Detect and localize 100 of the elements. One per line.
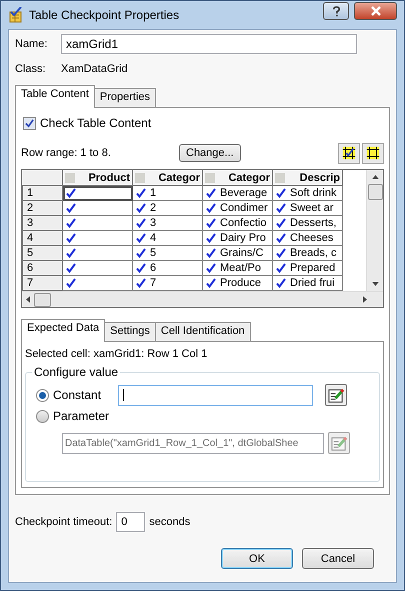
row-header[interactable]: 7 [22,276,63,291]
check-icon[interactable] [136,263,146,273]
table-cell[interactable]: Soft drink [273,186,343,201]
close-button[interactable] [354,2,397,20]
timeout-unit: seconds [149,516,190,528]
table-cell[interactable]: 3 [133,216,203,231]
column-header[interactable]: Product [63,170,133,186]
table-cell[interactable] [63,231,133,246]
check-icon[interactable] [66,278,76,288]
table-cell[interactable]: 2 [133,201,203,216]
table-cell[interactable] [63,186,133,201]
table-cell[interactable] [63,201,133,216]
row-header[interactable]: 6 [22,261,63,276]
check-icon[interactable] [206,263,216,273]
radio-button[interactable] [36,388,49,402]
name-label: Name: [15,38,48,50]
check-icon[interactable] [66,218,76,228]
horizontal-scrollbar[interactable] [22,291,383,307]
table-cell[interactable] [63,261,133,276]
check-icon[interactable] [136,218,146,228]
right-arrow-icon[interactable] [363,296,367,303]
column-header[interactable]: Categor [133,170,203,186]
tab[interactable]: Properties [94,88,156,107]
select-cells-button[interactable] [338,142,360,164]
check-icon[interactable] [276,203,286,213]
check-icon[interactable] [276,248,286,258]
table-cell[interactable]: 4 [133,231,203,246]
table-cell[interactable]: Confectio [203,216,273,231]
check-icon[interactable] [136,248,146,258]
check-icon[interactable] [276,233,286,243]
check-icon[interactable] [276,278,286,288]
table-cell[interactable]: 5 [133,246,203,261]
row-header[interactable]: 4 [22,231,63,246]
table-cell[interactable]: Sweet ar [273,201,343,216]
table-cell[interactable]: Breads, c [273,246,343,261]
row-range-text: Row range: 1 to 8. [21,147,112,159]
column-header[interactable]: Descrip [273,170,343,186]
check-icon[interactable] [276,188,286,198]
table-check-icon [8,7,24,23]
checkbox[interactable] [23,116,36,130]
tab[interactable]: Expected Data [21,319,106,342]
vertical-scrollbar[interactable] [366,170,383,291]
check-icon[interactable] [136,278,146,288]
up-arrow-icon[interactable] [372,175,378,179]
left-arrow-icon[interactable] [26,296,30,303]
row-header[interactable]: 2 [22,201,63,216]
down-arrow-icon[interactable] [372,282,378,286]
row-header[interactable]: 3 [22,216,63,231]
checked-grid-icon [342,146,356,160]
table-cell[interactable]: 1 [133,186,203,201]
name-field[interactable]: xamGrid1 [61,34,357,54]
constant-field[interactable] [118,384,313,406]
row-header[interactable]: 1 [22,186,63,201]
table-cell[interactable]: Grains/C [203,246,273,261]
table-cell[interactable]: Desserts, [273,216,343,231]
change-button[interactable]: Change... [179,144,241,162]
check-icon[interactable] [206,188,216,198]
tab[interactable]: Table Content [15,85,95,108]
tab[interactable]: Settings [104,322,156,341]
ok-button[interactable]: OK [221,548,293,569]
table-cell[interactable]: Prepared [273,261,343,276]
scroll-thumb[interactable] [368,184,382,200]
scroll-thumb[interactable] [34,292,51,306]
table-cell[interactable]: Beverage [203,186,273,201]
check-icon[interactable] [66,248,76,258]
check-icon[interactable] [206,248,216,258]
check-icon[interactable] [206,203,216,213]
check-icon[interactable] [206,278,216,288]
radio-label: Parameter [53,409,110,423]
table-cell[interactable]: 6 [133,261,203,276]
check-icon[interactable] [276,218,286,228]
check-icon[interactable] [276,263,286,273]
table-cell[interactable] [63,246,133,261]
check-icon[interactable] [66,263,76,273]
parameter-field: DataTable("xamGrid1_Row_1_Col_1", dtGlobalShee [62,432,324,454]
close-icon [370,6,382,16]
check-icon[interactable] [206,233,216,243]
edit-value-button[interactable] [325,384,347,406]
check-icon[interactable] [206,218,216,228]
table-cell[interactable] [63,216,133,231]
check-icon[interactable] [66,233,76,243]
table-cell[interactable]: Condimer [203,201,273,216]
check-icon[interactable] [136,203,146,213]
column-header[interactable]: Categor [203,170,273,186]
grid-button[interactable] [362,142,384,164]
class-label: Class: [15,63,47,75]
timeout-field[interactable]: 0 [116,512,146,532]
table-cell[interactable]: Cheeses [273,231,343,246]
check-icon[interactable] [136,233,146,243]
row-header[interactable]: 5 [22,246,63,261]
tab[interactable]: Cell Identification [154,322,251,341]
edit-parameter-button[interactable] [328,432,350,454]
cancel-button[interactable]: Cancel [302,548,374,569]
table-cell[interactable]: Meat/Po [203,261,273,276]
check-icon[interactable] [136,188,146,198]
check-icon[interactable] [66,203,76,213]
table-cell[interactable]: Dairy Pro [203,231,273,246]
radio-label: Constant [53,388,102,402]
check-icon[interactable] [66,188,76,198]
help-button[interactable] [323,2,349,20]
